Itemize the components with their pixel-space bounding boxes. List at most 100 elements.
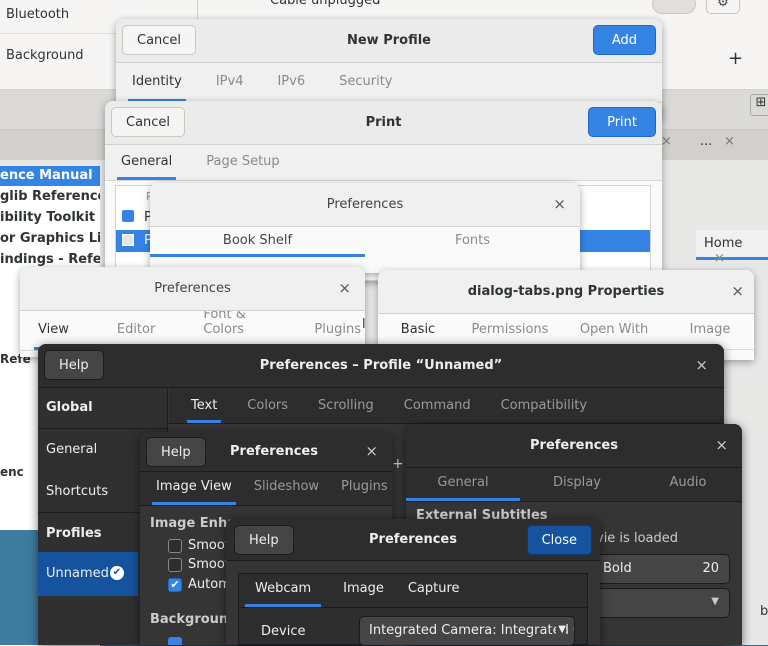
chevron-down-icon: ▼	[711, 596, 719, 607]
close-icon[interactable]: ×	[731, 282, 744, 300]
notebook: Webcam Image Capture Device Integrated C…	[238, 573, 588, 645]
new-tab-icon[interactable]: ⊞	[750, 94, 768, 116]
close-icon[interactable]: ×	[338, 279, 351, 297]
help-button[interactable]: Help	[234, 525, 294, 555]
home-tab-label: Home	[704, 236, 743, 251]
dialog-title: Preferences – Profile “Unnamed”	[259, 358, 503, 373]
tab-close-icon[interactable]: ×	[724, 134, 735, 149]
tab-capture[interactable]: Capture	[406, 574, 462, 607]
tab-label: General	[437, 475, 489, 490]
cancel-button[interactable]: Cancel	[122, 25, 197, 55]
printer-icon	[122, 234, 134, 246]
tab-label: Book Shelf	[222, 233, 293, 248]
add-button[interactable]: +	[392, 456, 404, 472]
b-label: b	[760, 604, 768, 619]
tab-label: Open With	[579, 322, 649, 337]
device-select[interactable]: Integrated Camera: Integrated C ▼	[359, 616, 575, 645]
sidebar-item-general[interactable]: General	[46, 442, 97, 457]
sidebar-item-shortcuts[interactable]: Shortcuts	[46, 484, 108, 499]
tab-bar: Book Shelf Fonts	[150, 227, 580, 257]
sidebar-item-unnamed[interactable]: Unnamed ✔	[38, 552, 138, 596]
dialog-title: Preferences	[326, 197, 404, 212]
close-icon[interactable]: ×	[365, 442, 378, 460]
tab-fonts[interactable]: Fonts	[365, 227, 580, 257]
sidebar-item-label: Bluetooth	[6, 7, 70, 22]
default-check-icon: ✔	[110, 566, 124, 580]
tab-plugins[interactable]: Plugins	[337, 472, 392, 505]
tab-bar: General Display Audio	[406, 468, 742, 502]
sidebar-heading-global: Global	[46, 400, 93, 415]
print-button[interactable]: Print	[588, 107, 656, 137]
close-icon[interactable]: ×	[553, 195, 566, 213]
sidebar-heading-profiles: Profiles	[46, 526, 102, 541]
tab-display[interactable]: Display	[520, 468, 634, 501]
home-tab[interactable]: Home ×	[696, 230, 768, 266]
webcam-prefs-dialog: Help Preferences Close Webcam Image Capt…	[226, 519, 600, 645]
tab-webcam[interactable]: Webcam	[245, 574, 322, 607]
tab-book-shelf[interactable]: Book Shelf	[150, 227, 365, 257]
add-connection-button[interactable]: +	[728, 48, 743, 69]
ellipsis-label: ...	[700, 134, 713, 149]
tab-general[interactable]: General	[117, 144, 177, 180]
tab-page-setup[interactable]: Page Setup	[202, 144, 283, 180]
checkbox-box	[168, 538, 182, 553]
tab-colors[interactable]: Colors	[243, 388, 292, 423]
font-size: 20	[702, 561, 719, 576]
tab-label: Display	[553, 475, 601, 490]
tab-bar: Image View Slideshow Plugins	[140, 472, 392, 506]
checkmark-icon	[168, 637, 182, 645]
subtitle-font-button[interactable]: Bold 20	[592, 554, 730, 584]
profile-name: Unnamed	[46, 566, 109, 581]
section-heading: Background	[150, 612, 238, 627]
tab-label: Permissions	[471, 322, 549, 337]
encoding-combo[interactable]: ▼	[592, 588, 730, 618]
close-icon[interactable]: ×	[695, 356, 708, 374]
book-item-selected[interactable]: ence Manual	[0, 166, 100, 186]
sidebar-divider	[38, 428, 168, 429]
tab-compatibility[interactable]: Compatibility	[497, 388, 592, 423]
tab-label: Audio	[669, 475, 707, 490]
dialog-title: Print	[365, 115, 402, 130]
tab-scrolling[interactable]: Scrolling	[314, 388, 378, 423]
tab-general[interactable]: General	[406, 468, 520, 501]
close-icon[interactable]: ×	[715, 436, 728, 454]
add-button[interactable]: Add	[592, 25, 656, 55]
font-name: Bold	[603, 561, 632, 576]
tab-slideshow[interactable]: Slideshow	[250, 472, 323, 505]
tab-security[interactable]: Security	[335, 64, 396, 102]
help-button[interactable]: Help	[146, 437, 206, 467]
dialog-title: dialog-tabs.png Properties	[467, 284, 665, 299]
network-toggle[interactable]	[652, 0, 696, 14]
tab-label: Basic	[400, 322, 436, 337]
cancel-button[interactable]: Cancel	[111, 107, 186, 137]
chevron-down-icon: ▼	[556, 624, 566, 635]
bookshelf-prefs-dialog: Preferences × Book Shelf Fonts	[150, 183, 580, 273]
tab-ipv6[interactable]: IPv6	[273, 64, 309, 102]
book-item-fragment: enc	[0, 465, 24, 479]
tab-text[interactable]: Text	[187, 388, 222, 423]
tab-identity[interactable]: Identity	[128, 64, 186, 102]
book-item[interactable]: glib Reference M	[0, 186, 100, 207]
gear-icon[interactable]: ⚙	[706, 0, 740, 14]
printer-icon	[122, 210, 134, 222]
tab-close-icon[interactable]: ×	[661, 134, 672, 149]
tab-image-view[interactable]: Image View	[152, 472, 236, 505]
tab-bar: Identity IPv4 IPv6 Security	[116, 63, 662, 103]
cable-status: Cable unplugged	[270, 0, 381, 8]
close-icon[interactable]: ×	[714, 251, 725, 266]
help-button[interactable]: Help	[44, 350, 104, 380]
tab-audio[interactable]: Audio	[634, 468, 742, 501]
tab-command[interactable]: Command	[400, 388, 475, 423]
tab-label: Image	[689, 322, 731, 337]
l-label: l	[362, 317, 366, 332]
tab-label: Fonts	[454, 233, 491, 248]
sidebar-item-label: Background	[6, 48, 84, 63]
book-item[interactable]: ibility Toolkit	[0, 207, 100, 228]
tab-ipv4[interactable]: IPv4	[212, 64, 248, 102]
checkbox-box	[168, 557, 182, 572]
close-button[interactable]: Close	[526, 525, 592, 555]
tab-image[interactable]: Image	[341, 574, 386, 607]
checkmark-icon: ✔	[168, 577, 182, 592]
book-item[interactable]: or Graphics Libr	[0, 228, 100, 249]
tab-bar: Text Colors Scrolling Command Compatibil…	[169, 388, 724, 424]
